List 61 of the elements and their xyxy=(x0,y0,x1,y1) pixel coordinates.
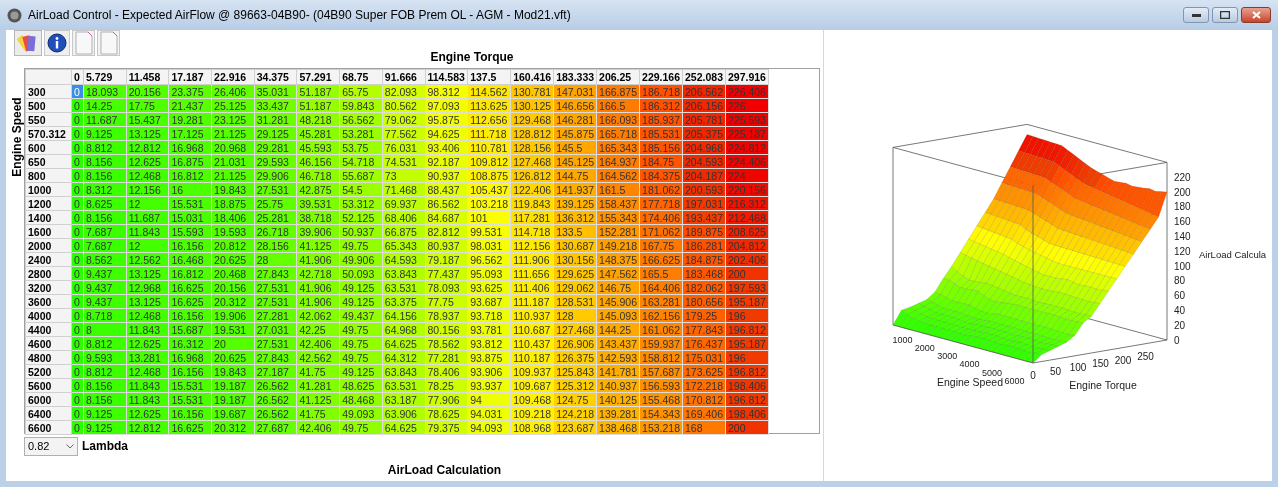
column-header: 91.666 xyxy=(382,69,425,85)
tick-label: 250 xyxy=(1137,350,1154,362)
chevron-icon xyxy=(66,443,74,449)
tick-label: 5000 xyxy=(982,367,1002,378)
tick-label: 40 xyxy=(1174,304,1186,316)
axis-title: Engine Torque xyxy=(1069,379,1137,391)
footer-title: AirLoad Calculation xyxy=(387,463,502,477)
column-header: 206.25 xyxy=(596,69,640,85)
close-icon xyxy=(1251,11,1261,19)
lambda-dropdown[interactable]: 0.82 xyxy=(24,436,78,456)
column-header: 297.916 xyxy=(725,69,769,85)
tick-label: 0 xyxy=(1174,334,1180,346)
tick-label: 140 xyxy=(1174,230,1191,242)
tick-label: 180 xyxy=(1174,201,1191,213)
column-header: 137.5 xyxy=(467,69,511,85)
tick-label: 1000 xyxy=(892,335,913,346)
tick-label: 200 xyxy=(1174,186,1191,198)
column-header: 114.583 xyxy=(425,69,468,85)
tick-label: 60 xyxy=(1174,290,1186,302)
tick-label: 4000 xyxy=(959,359,980,370)
column-header: 229.166 xyxy=(639,69,683,85)
column-header: 57.291 xyxy=(296,69,340,85)
tick-label: 100 xyxy=(1174,260,1191,272)
window-title: AirLoad Control - Expected AirFlow @ 89663-04B90- (04B90 Super FOB Prem OL - AGM - Mod21.vft) xyxy=(28,7,571,24)
column-header: 252.083 xyxy=(682,69,726,85)
maximize-icon xyxy=(1220,11,1230,19)
column-header: 17.187 xyxy=(168,69,212,85)
info-button[interactable] xyxy=(44,30,70,56)
tick-label: 160 xyxy=(1174,216,1191,228)
column-header: 183.333 xyxy=(553,69,597,85)
close-button[interactable] xyxy=(1241,7,1271,23)
tick-label: 50 xyxy=(1049,366,1062,378)
tick-label: 0 xyxy=(1030,370,1036,381)
column-header: 5.729 xyxy=(83,69,127,85)
column-header: 160.416 xyxy=(510,69,554,85)
axis-title: AirLoad Calcula xyxy=(1199,249,1267,260)
minimize-button[interactable] xyxy=(1183,7,1209,23)
tick-label: 2000 xyxy=(914,343,935,354)
column-header: 22.916 xyxy=(211,69,255,85)
tick-label: 150 xyxy=(1092,358,1109,370)
row-axis-title: Engine Speed xyxy=(9,97,25,178)
tick-label: 120 xyxy=(1174,245,1191,257)
column-header: 11.458 xyxy=(126,69,169,85)
info-icon xyxy=(47,33,67,53)
color-swatches-icon xyxy=(17,33,39,53)
lambda-label: Lambda xyxy=(82,438,128,456)
column-axis-title: Engine Torque xyxy=(429,50,514,65)
column-header: 34.375 xyxy=(254,69,297,85)
tick-label: 3000 xyxy=(937,351,958,362)
tick-label: 20 xyxy=(1174,319,1186,331)
minimize-icon xyxy=(1191,13,1201,17)
tick-label: 100 xyxy=(1069,362,1087,374)
tick-label: 80 xyxy=(1174,275,1186,287)
column-header: 68.75 xyxy=(339,69,383,85)
axis-title: Engine Speed xyxy=(937,376,1003,388)
tick-label: 6000 xyxy=(1004,375,1025,386)
maximize-button[interactable] xyxy=(1212,7,1238,23)
table-cell[interactable]: 0 xyxy=(71,126,84,141)
tick-label: 200 xyxy=(1114,354,1132,366)
tick-label: 220 xyxy=(1174,171,1191,183)
app-icon xyxy=(7,7,22,23)
